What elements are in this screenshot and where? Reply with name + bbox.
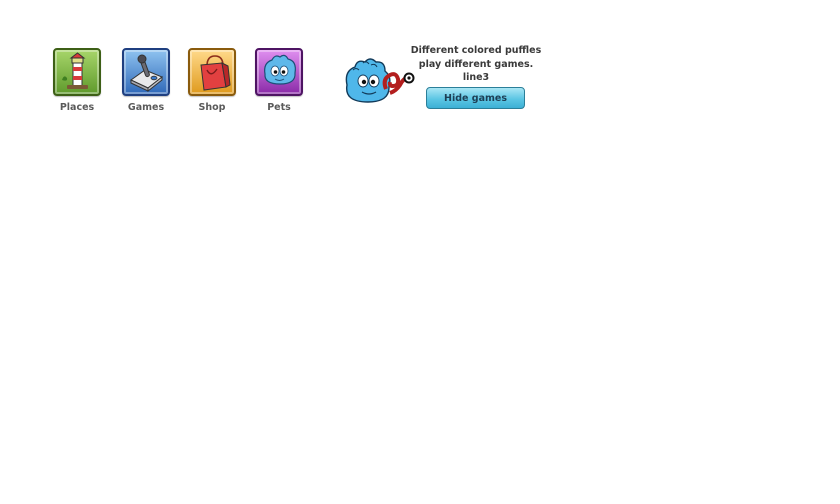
info-line-2: play different games. bbox=[418, 58, 534, 70]
joystick-icon bbox=[130, 54, 163, 93]
lighthouse-icon bbox=[62, 52, 88, 89]
places-button[interactable] bbox=[53, 48, 101, 96]
nav-tile-pets[interactable]: Pets bbox=[253, 48, 305, 113]
nav-tile-places[interactable]: Places bbox=[51, 48, 103, 113]
games-label: Games bbox=[127, 102, 165, 113]
puffle-icon bbox=[264, 54, 296, 85]
blue-puffle-icon bbox=[345, 58, 415, 103]
games-button[interactable] bbox=[122, 48, 170, 96]
info-line-3: line3 bbox=[462, 72, 490, 83]
info-line-1: Different colored puffles bbox=[410, 45, 542, 56]
nav-tile-games[interactable]: Games bbox=[120, 48, 172, 113]
shop-label: Shop bbox=[198, 102, 226, 113]
nav-tile-shop[interactable]: Shop bbox=[186, 48, 238, 113]
pets-button[interactable] bbox=[255, 48, 303, 96]
shopping-bag-icon bbox=[200, 55, 231, 91]
places-label: Places bbox=[59, 102, 95, 113]
hide-games-button[interactable]: Hide games bbox=[426, 87, 525, 109]
shop-button[interactable] bbox=[188, 48, 236, 96]
puffle-info-text: Different colored puffles play different… bbox=[410, 44, 542, 85]
pets-label: Pets bbox=[267, 102, 291, 113]
